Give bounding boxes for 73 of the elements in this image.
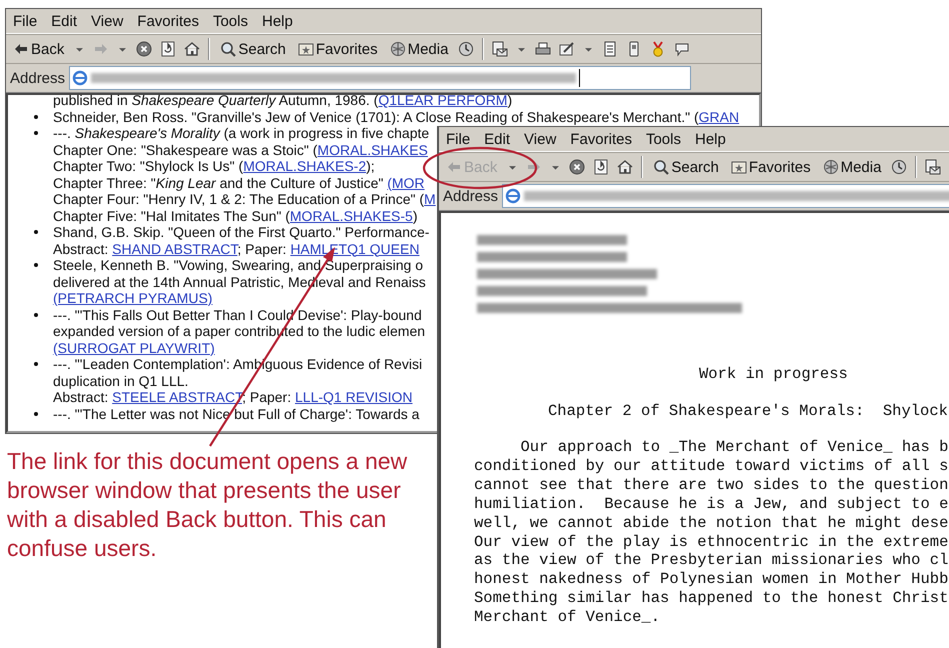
reference-text: ---. Shakespeare's Morality (a work in progress in five chapte — [53, 125, 430, 142]
search-button[interactable]: Search — [218, 40, 288, 58]
link[interactable]: (MOR — [387, 174, 425, 190]
reference-text: Chapter One: "Shakespeare was a Stoic" (MORAL.SHAKES — [53, 142, 428, 158]
printer-icon[interactable] — [535, 41, 552, 57]
reference-text: Abstract: SHAND ABSTRACT; Paper: HAMLETQ1 QUEEN — [53, 240, 420, 257]
reference-text: Chapter Two: "Shylock Is Us" (MORAL.SHAKES-2); — [53, 158, 375, 174]
link[interactable]: MORAL.SHAKES — [317, 142, 428, 158]
link[interactable]: M — [424, 191, 436, 207]
link[interactable]: HAMLETQ1 QUEEN — [290, 240, 420, 256]
reference-text: duplication in Q1 LLL. — [53, 372, 188, 389]
callout-text: The link for this document opens a new browser window that presents the user with a disabled Back button. This can confuse users. — [7, 447, 408, 563]
home-icon[interactable] — [617, 159, 634, 175]
address-label: Address — [443, 188, 498, 204]
link[interactable]: MORAL.SHAKES-2 — [243, 158, 366, 174]
menu-item[interactable]: File — [446, 130, 470, 148]
reference-text: published in Shakespeare Quarterly Autumn, 1986. (Q1LEAR PERFORM) — [53, 95, 512, 108]
reference-text: Chapter Three: "King Lear and the Culture of Justice" (MOR — [53, 174, 425, 191]
pencil-icon[interactable] — [559, 41, 576, 57]
menu-item[interactable]: Help — [262, 12, 293, 30]
link[interactable]: SHAND ABSTRACT — [112, 240, 238, 256]
link[interactable]: GRAN — [698, 108, 740, 124]
reference-text: Chapter Four: "Henry IV, 1 & 2: The Education of a Prince" (M — [53, 191, 436, 208]
menu-item[interactable]: View — [524, 130, 556, 148]
menu-item[interactable]: View — [91, 12, 124, 30]
media-button[interactable]: Media — [388, 40, 450, 58]
page-icon — [505, 188, 522, 204]
stop-icon[interactable] — [136, 41, 152, 57]
menu-item[interactable]: Edit — [484, 130, 510, 148]
link[interactable]: (SURROGAT PLAYWRIT) — [53, 340, 215, 356]
favorites-icon — [730, 159, 747, 175]
page-icon — [72, 70, 88, 86]
link[interactable]: (PETRARCH PYRAMUS) — [53, 290, 212, 306]
document-text: Our approach to _The Merchant of Venice_ has b conditioned by our attitude toward victims of all s cannot see that there are two sides to the question humiliation. Because he is a Jew, and subject to e well, we cannot abide the notion that he might dese Our view of the play is ethnocentric in the extreme as the view of the Presbyterian missionaries who cl honest nakedness of Polynesian women in Mother Hubb Something similar has happened to the honest Christ Merchant of Venice_. — [474, 438, 949, 628]
menu-item[interactable]: Tools — [212, 12, 248, 30]
menu-item[interactable]: Tools — [646, 130, 681, 148]
refresh-icon[interactable] — [593, 159, 610, 175]
address-label: Address — [10, 70, 66, 86]
refresh-icon[interactable] — [160, 41, 176, 57]
stop-icon[interactable] — [569, 159, 586, 175]
document-icon[interactable] — [602, 41, 618, 57]
globe-icon — [822, 159, 839, 175]
back-button[interactable]: Back — [11, 40, 66, 58]
globe-icon — [390, 41, 406, 57]
menu-item[interactable]: Favorites — [137, 12, 199, 30]
reference-text: Steele, Kenneth B. "Vowing, Swearing, and Superpraising o — [53, 257, 423, 274]
media-button[interactable]: Media — [820, 158, 884, 176]
favorites-button[interactable]: Favorites — [728, 158, 813, 176]
search-button[interactable]: Search — [651, 158, 721, 176]
reference-text: Shand, G.B. Skip. "Queen of the First Quarto." Performance- — [53, 224, 430, 240]
speech-bubble-icon[interactable] — [674, 41, 690, 57]
document-heading: Work in progress — [699, 365, 849, 383]
address-field[interactable] — [69, 66, 691, 90]
menu-item[interactable]: File — [13, 12, 38, 30]
address-field[interactable] — [502, 184, 949, 208]
menu-item[interactable]: Favorites — [570, 130, 632, 148]
clock-icon[interactable] — [891, 159, 908, 175]
document-subheading: Chapter 2 of Shakespeare's Morals: Shylock — [548, 402, 949, 420]
menu-item[interactable]: Edit — [51, 12, 78, 30]
favorites-icon — [298, 41, 314, 57]
clock-icon[interactable] — [458, 41, 474, 57]
link[interactable]: Q1LEAR PERFORM — [378, 95, 508, 108]
favorites-button[interactable]: Favorites — [296, 40, 380, 58]
link[interactable]: MORAL.SHAKES-5 — [290, 208, 413, 224]
menu-item[interactable]: Help — [695, 130, 726, 148]
home-icon[interactable] — [184, 41, 200, 57]
link[interactable]: LLL-Q1 REVISION — [295, 389, 412, 405]
envelope-icon[interactable] — [492, 41, 508, 57]
reference-text: Chapter Five: "Hal Imitates The Sun" (MORAL.SHAKES-5) — [53, 208, 418, 224]
search-icon — [653, 159, 670, 175]
reference-text: Schneider, Ben Ross. "Granville's Jew of Venice (1701): A Close Reading of Shakespeare's Merchant." (GRAN — [53, 108, 740, 125]
search-icon — [220, 41, 236, 57]
envelope-icon[interactable] — [925, 159, 942, 175]
